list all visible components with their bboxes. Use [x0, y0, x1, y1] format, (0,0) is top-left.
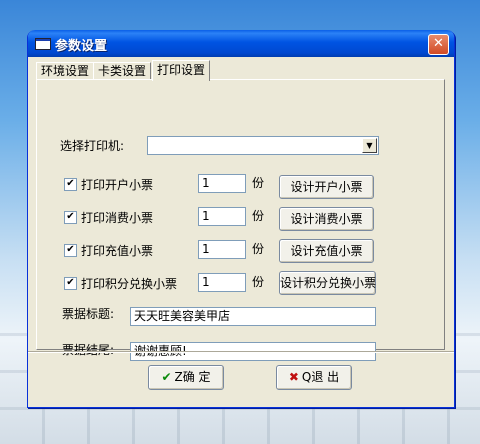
printer-label: 选择打印机: — [60, 139, 125, 153]
chevron-down-icon[interactable]: ▼ — [362, 138, 377, 153]
ok-button[interactable]: ✔ Z确 定 — [148, 365, 224, 390]
copies-unit: 份 — [252, 242, 265, 256]
cancel-button-label: Q退 出 — [301, 370, 340, 384]
cancel-button[interactable]: ✖ Q退 出 — [276, 365, 352, 390]
tab-card-types[interactable]: 卡类设置 — [93, 62, 152, 80]
design-consume-receipt-button[interactable]: 设计消费小票 — [279, 207, 374, 231]
design-recharge-receipt-button[interactable]: 设计充值小票 — [279, 239, 374, 263]
receipt-title-input[interactable]: 天天旺美容美甲店 — [130, 307, 376, 326]
recharge-receipt-checkbox[interactable]: ✔ — [64, 244, 77, 257]
receipt-title-label: 票据标题: — [62, 307, 115, 321]
receipt-footer-label: 票据结尾: — [62, 343, 115, 357]
print-settings-panel: 选择打印机: ▼ ✔ 打印开户小票 1 份 设计开户小票 ✔ 打印消费小票 1 … — [36, 79, 445, 361]
ok-button-label: Z确 定 — [174, 370, 211, 384]
copies-unit: 份 — [252, 275, 265, 289]
printer-select[interactable]: ▼ — [147, 136, 379, 155]
recharge-receipt-label: 打印充值小票 — [81, 244, 154, 258]
tab-environment[interactable]: 环境设置 — [36, 62, 95, 80]
x-icon: ✖ — [288, 370, 299, 384]
design-open-receipt-button[interactable]: 设计开户小票 — [279, 175, 374, 199]
title-bar[interactable]: 参数设置 ✕ — [28, 30, 454, 57]
copies-unit: 份 — [252, 176, 265, 190]
copies-unit: 份 — [252, 209, 265, 223]
points-receipt-copies[interactable]: 1 — [198, 273, 246, 292]
close-button[interactable]: ✕ — [428, 34, 449, 55]
button-separator — [28, 351, 454, 353]
design-points-receipt-button[interactable]: 设计积分兑换小票 — [279, 271, 376, 295]
points-receipt-label: 打印积分兑换小票 — [81, 277, 178, 291]
points-receipt-checkbox[interactable]: ✔ — [64, 277, 77, 290]
tab-print[interactable]: 打印设置 — [152, 60, 211, 81]
open-receipt-checkbox[interactable]: ✔ — [64, 178, 77, 191]
consume-receipt-copies[interactable]: 1 — [198, 207, 246, 226]
recharge-receipt-copies[interactable]: 1 — [198, 240, 246, 259]
open-receipt-label: 打印开户小票 — [81, 178, 154, 192]
consume-receipt-checkbox[interactable]: ✔ — [64, 211, 77, 224]
settings-dialog: 参数设置 ✕ 环境设置 卡类设置 打印设置 选择打印机: ▼ ✔ 打印开户小票 … — [27, 30, 455, 408]
window-title: 参数设置 — [55, 39, 108, 54]
consume-receipt-label: 打印消费小票 — [81, 211, 154, 225]
check-icon: ✔ — [161, 370, 172, 384]
open-receipt-copies[interactable]: 1 — [198, 174, 246, 193]
window-icon — [35, 38, 51, 50]
